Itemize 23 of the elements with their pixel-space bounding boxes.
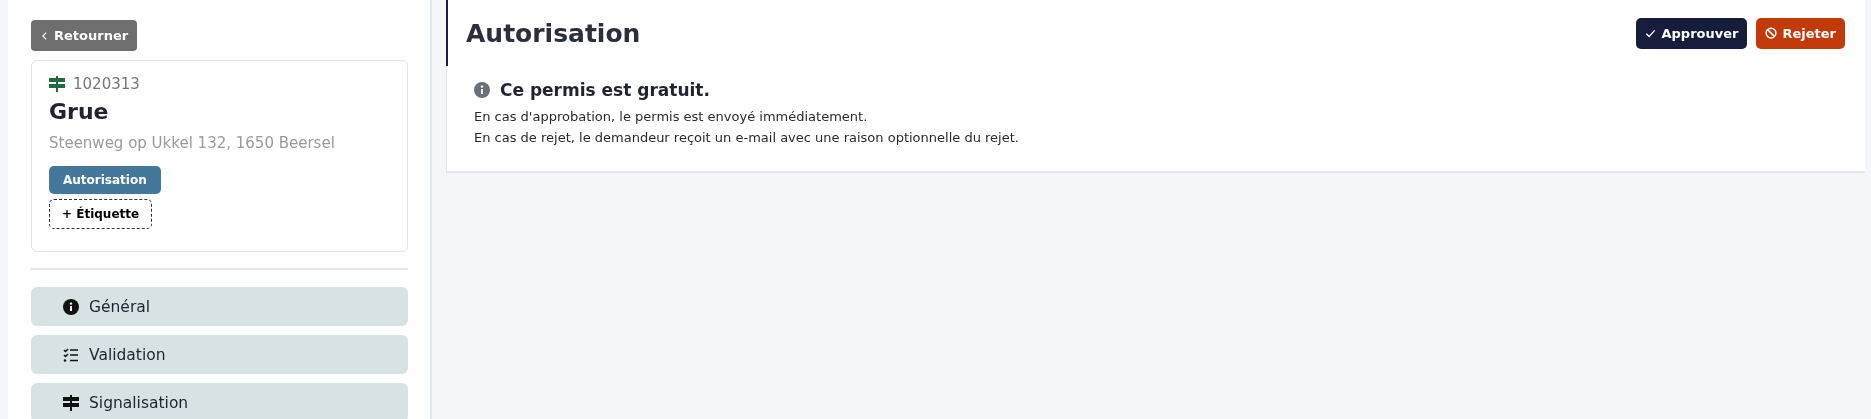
checklist-icon	[63, 346, 79, 363]
notice-text: En cas de rejet, le demandeur reçoit un e-mail avec une raison optionnelle du rejet.	[474, 130, 1020, 145]
prohibited-icon	[1765, 27, 1778, 39]
status-tag: Autorisation	[49, 166, 161, 194]
signpost-icon	[63, 394, 79, 411]
nav-item[interactable]: Signalisation	[31, 383, 408, 419]
check-icon	[1645, 27, 1657, 39]
info-icon	[474, 82, 490, 98]
chevron-left-icon	[40, 29, 49, 42]
notice-text: En cas d'approbation, le permis est envoyé immédiatement.	[474, 109, 869, 124]
permit-address: Steenweg op Ukkel 132, 1650 Beersel	[49, 134, 335, 152]
signpost-icon	[49, 76, 65, 92]
back-button[interactable]: Retourner	[31, 20, 138, 51]
add-label-button[interactable]: + Étiquette	[49, 199, 153, 229]
notice-heading: Ce permis est gratuit.	[500, 80, 710, 100]
approve-button[interactable]: Approuver	[1636, 17, 1748, 49]
info-icon	[63, 298, 79, 315]
permit-title: Grue	[49, 99, 109, 124]
page-title: Autorisation	[466, 18, 641, 48]
nav-item[interactable]: Validation	[31, 335, 408, 374]
nav-item[interactable]: Général	[31, 287, 408, 326]
permit-number: 1020313	[73, 75, 140, 93]
reject-button[interactable]: Rejeter	[1756, 17, 1845, 49]
